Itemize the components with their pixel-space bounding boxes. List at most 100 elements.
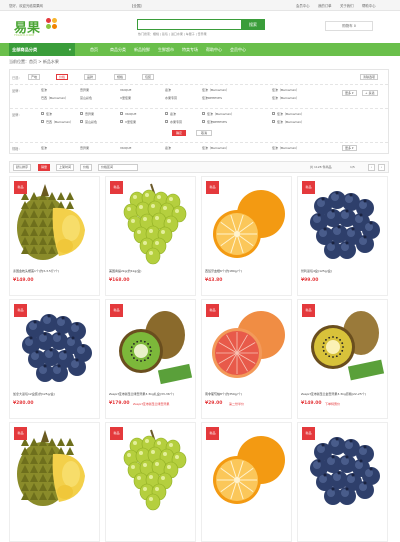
product-card[interactable]: 新品 (201, 422, 292, 542)
more-button[interactable]: 更多 ▾ (342, 90, 357, 96)
brand-option[interactable]: 富山彩色 (85, 120, 97, 124)
product-name[interactable]: Zespri佳沛新西兰绿奇异果3.3kg礼盒(33-36个) (109, 392, 195, 396)
checkbox[interactable] (165, 120, 168, 123)
top-link-help[interactable]: 帮助中心 (362, 3, 376, 8)
spec-option[interactable]: 佳沛（Bamamini） (202, 146, 229, 150)
product-card[interactable]: 新品 南非葡萄柚8个(约350g/个) ¥29.00 第二份半价 (201, 299, 292, 419)
price-range-input[interactable]: 价格区间 (98, 164, 138, 171)
selected-chip[interactable]: 产地 (28, 74, 41, 80)
brand-option[interactable]: 佳沛REHEVES (207, 120, 227, 124)
checkbox[interactable] (272, 112, 275, 115)
nav-item-home[interactable]: 首页 (82, 43, 106, 56)
product-card[interactable]: 新品 西班牙血橙6个(约180g/个) ¥43.80 (201, 176, 292, 296)
product-name[interactable]: 加拿大蓝莓12盒装(约125g/盒) (13, 392, 99, 396)
brand-option[interactable]: V里佳果 (120, 96, 131, 100)
brand-option[interactable]: 嘉沛 (170, 112, 176, 116)
selected-chip[interactable]: 包装 (142, 74, 155, 80)
brand-option[interactable]: 水果专营 (165, 96, 177, 100)
brand-option[interactable]: VKIQUE (125, 112, 136, 116)
brand-option[interactable]: 奇异果 (85, 112, 94, 116)
spec-option[interactable]: VKIQUE (120, 146, 131, 150)
nav-item-new[interactable]: 新品抢鲜 (130, 43, 154, 56)
checkbox[interactable] (80, 120, 83, 123)
product-card[interactable]: 新品 加拿大蓝莓12盒装(约125g/盒) ¥280.00 (9, 299, 100, 419)
product-card[interactable]: 新品 (9, 422, 100, 542)
selected-chip[interactable]: 规格 (114, 74, 127, 80)
brand-option[interactable]: 水果专营 (170, 120, 182, 124)
spec-option[interactable]: 嘉沛 (165, 146, 171, 150)
brand-option[interactable]: 佳沛（Bamamini） (277, 120, 304, 124)
brand-option[interactable]: 富山彩色 (80, 96, 92, 100)
brand-option[interactable]: 巴西（Bamamini） (41, 96, 68, 100)
product-card[interactable]: 新品 智利蓝莓4盒(125g/盒) ¥99.00 (297, 176, 388, 296)
product-card[interactable]: 新品 Zespri佳沛新西兰金奇异果3.3kg原箱(22-25个) ¥149.0… (297, 299, 388, 419)
cancel-button[interactable]: 取消 (196, 130, 213, 136)
sort-sales[interactable]: 销量 (38, 164, 51, 171)
product-name[interactable]: 南非葡萄柚8个(约350g/个) (205, 392, 291, 396)
clear-filters-button[interactable]: 清除选项 (360, 74, 379, 80)
product-name[interactable]: 西班牙血橙6个(约180g/个) (205, 269, 291, 273)
product-card[interactable]: 新品 泰国金枕头榴莲1个(约3-3.5斤/个) ¥149.00 (9, 176, 100, 296)
next-page-button[interactable]: › (378, 164, 386, 171)
nav-item-fresh[interactable]: 生鲜超市 (154, 43, 178, 56)
product-card[interactable]: 新品 美国青提2kg(约1kg/盒) ¥168.00 (105, 176, 196, 296)
top-link-orders[interactable]: 我的订单 (318, 3, 332, 8)
all-categories-menu[interactable]: 全部商品分类 ▾ (9, 43, 75, 56)
brand-option[interactable]: 佳沛 (46, 112, 52, 116)
product-card[interactable]: 新品 (297, 422, 388, 542)
product-name[interactable]: 美国青提2kg(约1kg/盒) (109, 269, 195, 273)
nav-item-help[interactable]: 帮助中心 (202, 43, 226, 56)
selected-chip[interactable]: 价格 (56, 74, 69, 80)
brand-option[interactable]: 佳沛（Bamamini） (272, 88, 299, 92)
nav-item-sale[interactable]: 特卖专场 (178, 43, 202, 56)
brand-option[interactable]: 佳沛（Bamamini） (277, 112, 304, 116)
location-selector[interactable]: 【全国】 (130, 3, 144, 8)
checkbox[interactable] (202, 112, 205, 115)
brand-option[interactable]: VKIQUE (120, 88, 131, 92)
cart-button[interactable]: 购物车 0 (325, 21, 373, 31)
new-badge: 新品 (302, 427, 315, 440)
product-card[interactable]: 新品 Zespri佳沛新西兰绿奇异果3.3kg礼盒(33-36个) ¥179.0… (105, 299, 196, 419)
brand-option[interactable]: V里佳果 (125, 120, 136, 124)
prev-page-button[interactable]: ‹ (368, 164, 376, 171)
sort-newest[interactable]: 上架时间 (56, 164, 75, 171)
checkbox[interactable] (120, 120, 123, 123)
spec-option[interactable]: 奇异果 (80, 146, 89, 150)
more-button[interactable]: 更多 ▾ (342, 145, 357, 151)
checkbox[interactable] (120, 112, 123, 115)
confirm-button[interactable]: 确定 (172, 130, 187, 136)
product-name[interactable]: 智利蓝莓4盒(125g/盒) (301, 269, 387, 273)
product-price: ¥149.00 (301, 401, 322, 406)
brand-option[interactable]: 佳沛（Bamamini） (202, 88, 229, 92)
brand-option[interactable]: 佳沛（Bamamini） (272, 96, 299, 100)
nav-item-member[interactable]: 会员中心 (226, 43, 250, 56)
product-name[interactable]: 泰国金枕头榴莲1个(约3-3.5斤/个) (13, 269, 99, 273)
selected-chip[interactable]: 品牌 (84, 74, 97, 80)
nav-item-categories[interactable]: 商品分类 (106, 43, 130, 56)
checkbox[interactable] (272, 120, 275, 123)
checkbox[interactable] (80, 112, 83, 115)
checkbox[interactable] (165, 112, 168, 115)
chevron-down-icon: ▾ (351, 146, 354, 150)
checkbox[interactable] (41, 112, 44, 115)
brand-option[interactable]: 巴西（Bamamini） (46, 120, 73, 124)
multi-select-button[interactable]: + 多选 (362, 90, 378, 96)
brand-option[interactable]: 嘉沛 (165, 88, 171, 92)
top-link-member[interactable]: 会员中心 (296, 3, 310, 8)
search-button[interactable]: 搜索 (241, 19, 265, 30)
sort-price[interactable]: 价格 (80, 164, 93, 171)
product-card[interactable]: 新品 (105, 422, 196, 542)
brand-option[interactable]: 佳沛REHEVES (202, 96, 222, 100)
checkbox[interactable] (41, 120, 44, 123)
sort-default[interactable]: 默认排序 (13, 164, 32, 171)
hot-search-words[interactable]: 热门搜索：樱桃 | 蓝莓 | 进口水果 | 车厘子 | 奇异果 (138, 32, 207, 36)
search-box[interactable]: 搜索 (137, 19, 265, 30)
brand-option[interactable]: 佳沛（Bamamini） (207, 112, 234, 116)
brand-option[interactable]: 奇异果 (80, 88, 89, 92)
spec-option[interactable]: 佳沛（Bamamini） (272, 146, 299, 150)
checkbox[interactable] (202, 120, 205, 123)
top-link-about[interactable]: 关于我们 (340, 3, 354, 8)
brand-option[interactable]: 佳沛 (41, 88, 47, 92)
product-name[interactable]: Zespri佳沛新西兰金奇异果3.3kg原箱(22-25个) (301, 392, 387, 396)
spec-option[interactable]: 佳沛 (41, 146, 47, 150)
